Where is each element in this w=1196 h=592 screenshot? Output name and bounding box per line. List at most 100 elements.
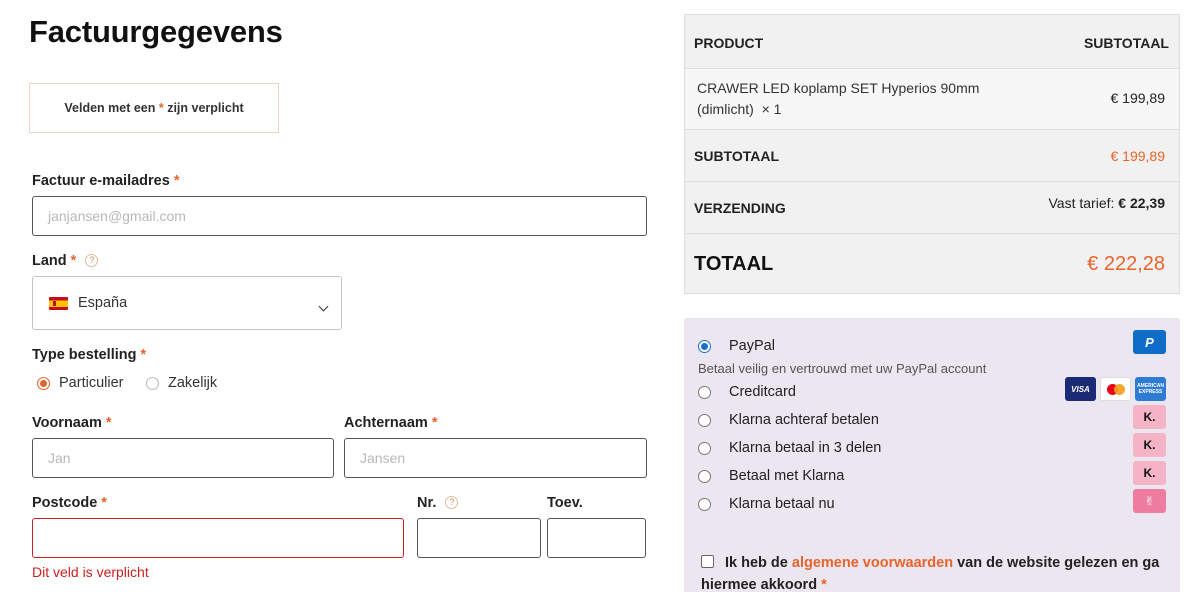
payment-label: PayPal bbox=[729, 338, 775, 354]
mastercard-icon bbox=[1100, 377, 1131, 401]
required-star: * bbox=[105, 415, 112, 431]
payment-label: Creditcard bbox=[729, 384, 796, 400]
radio-button[interactable] bbox=[146, 376, 159, 390]
required-star: * bbox=[173, 173, 180, 189]
first-name-label-text: Voornaam bbox=[32, 415, 102, 431]
postcode-label-text: Postcode bbox=[32, 495, 98, 511]
country-selected-value: España bbox=[78, 295, 128, 311]
radio-button[interactable] bbox=[698, 413, 711, 427]
notice-suffix: zijn verplicht bbox=[163, 101, 244, 115]
subtotal-label: SUBTOTAAL bbox=[694, 148, 780, 164]
product-name-line1: CRAWER LED koplamp SET Hyperios 90mm bbox=[697, 80, 980, 96]
number-label-text: Nr. bbox=[417, 495, 437, 511]
email-label-text: Factuur e-mailadres bbox=[32, 173, 170, 189]
email-input[interactable]: janjansen@gmail.com bbox=[32, 196, 647, 236]
chevron-down-icon bbox=[318, 301, 329, 312]
postcode-input[interactable] bbox=[32, 518, 404, 558]
payment-option-klarna-3[interactable]: Klarna betaal in 3 delen bbox=[698, 440, 881, 456]
product-price: € 199,89 bbox=[1110, 90, 1166, 106]
email-label: Factuur e-mailadres * bbox=[32, 173, 180, 189]
order-type-label-text: Type bestelling bbox=[32, 347, 137, 363]
payment-label: Betaal met Klarna bbox=[729, 468, 845, 484]
column-subtotal: SUBTOTAAL bbox=[1083, 35, 1169, 51]
payment-option-klarna[interactable]: Betaal met Klarna bbox=[698, 468, 844, 484]
shipping-label: VERZENDING bbox=[694, 200, 786, 216]
required-fields-notice: Velden met een * zijn verplicht bbox=[29, 83, 279, 133]
shipping-method: Vast tarief: bbox=[1048, 195, 1115, 211]
help-icon[interactable]: ? bbox=[85, 254, 99, 267]
required-star: * bbox=[821, 577, 827, 592]
terms-agreement[interactable]: Ik heb de algemene voorwaarden van de we… bbox=[701, 552, 1161, 592]
shipping-cost: € 22,39 bbox=[1118, 195, 1165, 211]
first-name-input[interactable]: Jan bbox=[32, 438, 334, 478]
amex-icon: AMERICAN EXPRESS bbox=[1135, 377, 1166, 401]
last-name-input[interactable]: Jansen bbox=[344, 438, 647, 478]
payment-label: Klarna betaal nu bbox=[729, 496, 835, 512]
payment-option-klarna-now[interactable]: Klarna betaal nu bbox=[698, 496, 835, 512]
klarna-icon: K. bbox=[1133, 433, 1166, 457]
first-name-label: Voornaam * bbox=[32, 415, 112, 431]
country-label: Land * ? bbox=[32, 253, 99, 269]
page-title: Factuurgegevens bbox=[29, 14, 283, 49]
product-name: CRAWER LED koplamp SET Hyperios 90mm (di… bbox=[697, 78, 979, 120]
klarna-icon: K. bbox=[1133, 461, 1166, 485]
radio-zakelijk[interactable]: Zakelijk bbox=[146, 375, 217, 391]
last-name-label-text: Achternaam bbox=[344, 415, 428, 431]
addition-input[interactable] bbox=[547, 518, 646, 558]
house-number-input[interactable] bbox=[417, 518, 541, 558]
email-placeholder: janjansen@gmail.com bbox=[48, 208, 186, 224]
radio-button-selected[interactable] bbox=[698, 339, 711, 353]
notice-prefix: Velden met een bbox=[64, 101, 159, 115]
table-header-row: PRODUCT SUBTOTAAL bbox=[685, 15, 1179, 69]
table-row: CRAWER LED koplamp SET Hyperios 90mm (di… bbox=[685, 69, 1179, 130]
last-name-placeholder: Jansen bbox=[360, 450, 406, 466]
first-name-placeholder: Jan bbox=[48, 450, 71, 466]
postcode-error: Dit veld is verplicht bbox=[32, 564, 149, 580]
country-select[interactable]: España bbox=[32, 276, 342, 330]
subtotal-row: SUBTOTAAL € 199,89 bbox=[685, 130, 1179, 182]
terms-checkbox[interactable] bbox=[701, 555, 714, 568]
radio-label: Zakelijk bbox=[168, 375, 218, 391]
paypal-description: Betaal veilig en vertrouwd met uw PayPal… bbox=[698, 361, 987, 376]
payment-option-klarna-later[interactable]: Klarna achteraf betalen bbox=[698, 412, 879, 428]
spain-flag-icon bbox=[49, 296, 68, 310]
subtotal-value: € 199,89 bbox=[1110, 148, 1166, 164]
radio-button[interactable] bbox=[698, 385, 711, 399]
last-name-label: Achternaam * bbox=[344, 415, 438, 431]
required-star: * bbox=[101, 495, 107, 511]
required-star: * bbox=[140, 347, 147, 363]
radio-particulier[interactable]: Particulier bbox=[37, 375, 123, 391]
product-name-variant: (dimlicht) bbox=[697, 101, 754, 117]
required-star: * bbox=[70, 253, 77, 269]
order-summary-table: PRODUCT SUBTOTAAL CRAWER LED koplamp SET… bbox=[684, 14, 1180, 294]
paypal-icon: P bbox=[1133, 330, 1166, 354]
total-row: TOTAAL € 222,28 bbox=[685, 234, 1179, 294]
total-value: € 222,28 bbox=[1087, 253, 1165, 275]
number-label: Nr. ? bbox=[417, 495, 459, 511]
total-label: TOTAAL bbox=[694, 253, 774, 275]
radio-label: Particulier bbox=[59, 375, 124, 391]
postcode-label: Postcode * bbox=[32, 495, 107, 511]
payment-option-creditcard[interactable]: Creditcard bbox=[698, 384, 796, 400]
payment-methods-panel: PayPal P Betaal veilig en vertrouwd met … bbox=[684, 318, 1180, 592]
klarna-pay-now-icon: ✌ bbox=[1133, 489, 1166, 513]
visa-icon: VISA bbox=[1065, 377, 1096, 401]
required-star: * bbox=[431, 415, 438, 431]
country-label-text: Land bbox=[32, 253, 67, 269]
column-product: PRODUCT bbox=[694, 35, 764, 51]
product-quantity: × 1 bbox=[761, 101, 782, 117]
help-icon[interactable]: ? bbox=[445, 496, 459, 509]
payment-option-paypal[interactable]: PayPal bbox=[698, 338, 775, 354]
radio-button[interactable] bbox=[698, 469, 711, 483]
payment-label: Klarna achteraf betalen bbox=[729, 412, 879, 428]
payment-label: Klarna betaal in 3 delen bbox=[729, 440, 882, 456]
terms-link[interactable]: algemene voorwaarden bbox=[792, 555, 953, 571]
order-type-label: Type bestelling * bbox=[32, 347, 146, 363]
radio-button[interactable] bbox=[698, 441, 711, 455]
product-name-line2: (dimlicht) × 1 bbox=[697, 99, 979, 120]
klarna-icon: K. bbox=[1133, 405, 1166, 429]
addition-label: Toev. bbox=[547, 495, 583, 511]
radio-button[interactable] bbox=[698, 497, 711, 511]
radio-button-selected[interactable] bbox=[37, 376, 50, 390]
shipping-value: Vast tarief: € 22,39 bbox=[1049, 195, 1166, 211]
